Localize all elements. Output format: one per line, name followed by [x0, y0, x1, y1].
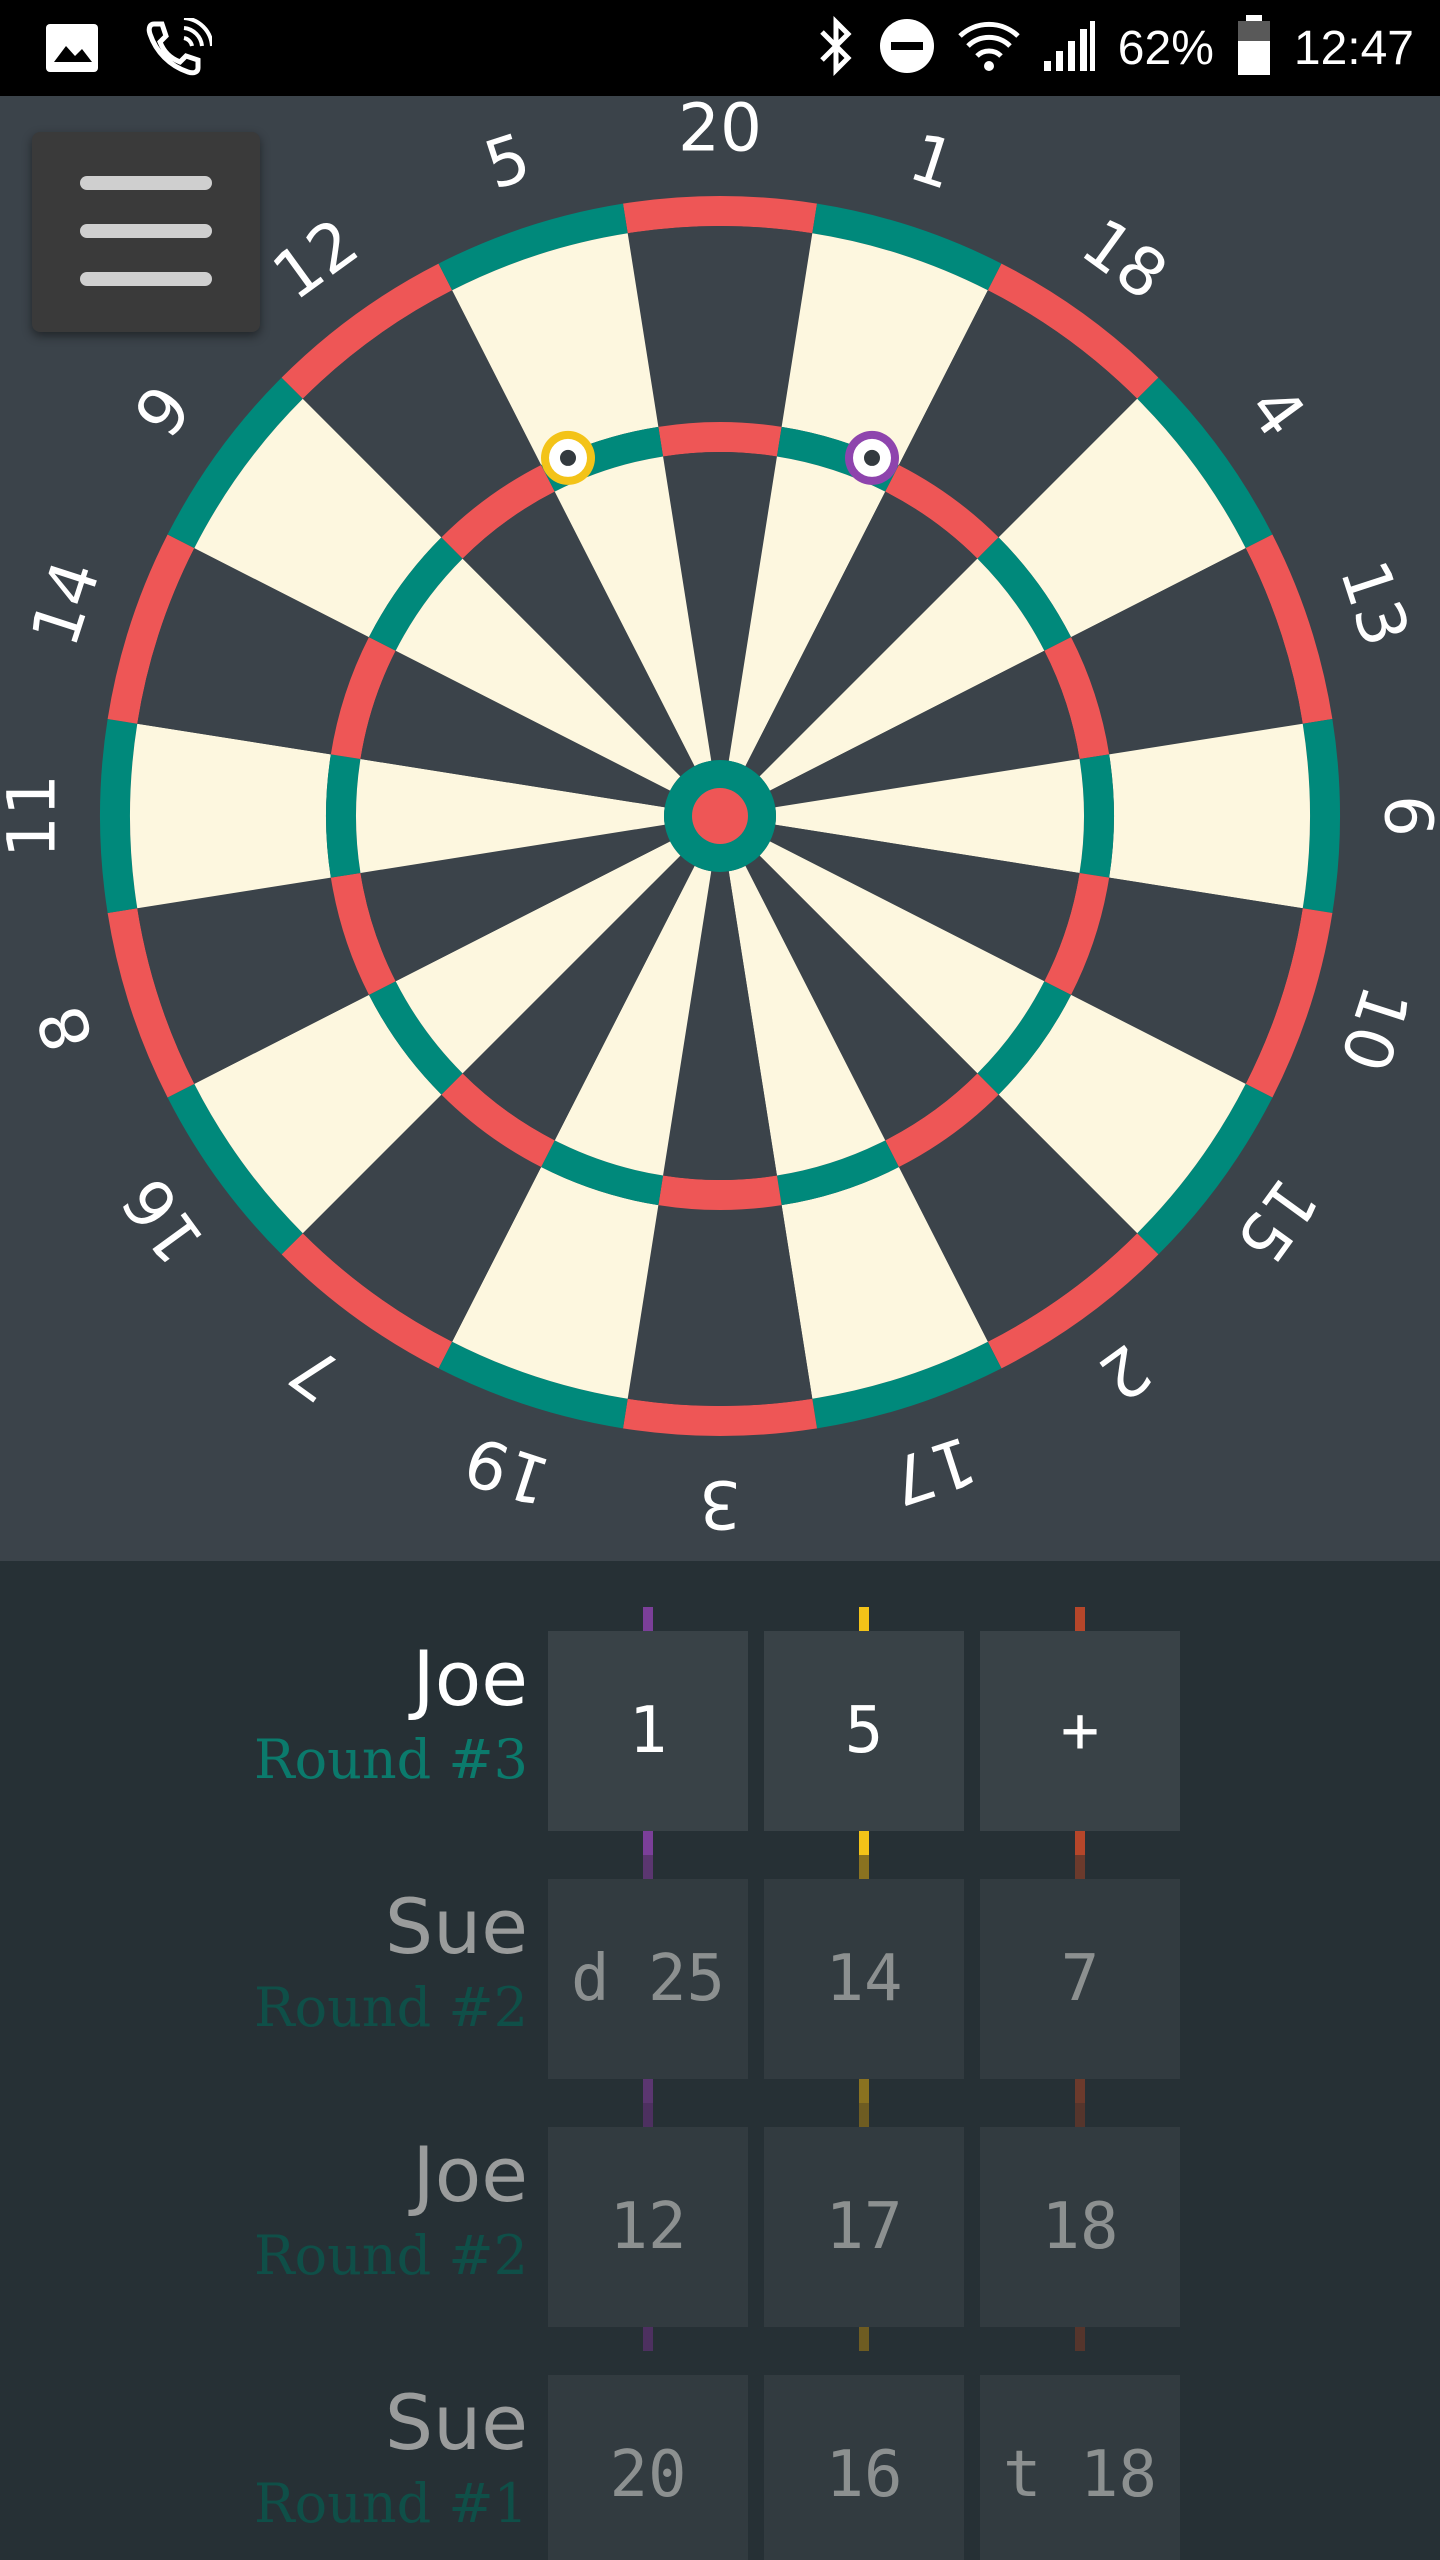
board-number-1: 1 [901, 119, 965, 205]
board-number-11: 11 [0, 774, 71, 858]
throw-cell[interactable]: 16 [764, 2375, 964, 2560]
throw-cell[interactable]: 12 [548, 2127, 748, 2327]
throw-cell[interactable]: 1 [548, 1631, 748, 1831]
board-number-18: 18 [1068, 204, 1181, 316]
signal-icon [1042, 19, 1096, 77]
dartboard-segments[interactable] [100, 196, 1340, 1436]
throw-cell[interactable]: 17 [764, 2127, 964, 2327]
round-label: Round #3 [253, 1728, 528, 1791]
round-row: Sue Round #1 20 16 t 18 [0, 2375, 1440, 2560]
board-number-4: 4 [1233, 372, 1320, 451]
round-row: Sue Round #2 d 25 14 7 [0, 1855, 1440, 2127]
board-number-19: 19 [456, 1421, 560, 1520]
board-number-3: 3 [699, 1466, 741, 1543]
board-number-9: 9 [120, 372, 207, 451]
player-name: Sue [384, 2378, 528, 2467]
throw-cell[interactable]: 18 [980, 2127, 1180, 2327]
wifi-calling-icon [144, 16, 214, 82]
board-number-15: 15 [1221, 1164, 1333, 1277]
round-row: Joe Round #3 1 5 + [0, 1607, 1440, 1879]
board-number-8: 8 [23, 997, 109, 1061]
player-name: Joe [412, 2130, 528, 2219]
triple-segment-6[interactable] [1079, 754, 1114, 878]
triple-segment-11[interactable] [326, 754, 361, 878]
dart-marker [844, 430, 899, 485]
bullseye[interactable] [692, 788, 748, 844]
board-number-2: 2 [1085, 1329, 1164, 1416]
round-label: Round #2 [253, 2224, 528, 2287]
dart-marker [541, 430, 596, 485]
board-number-10: 10 [1325, 977, 1424, 1081]
score-history[interactable]: Joe Round #3 1 5 + Sue Round #2 d 25 14 … [0, 1561, 1440, 2560]
outer-single-segment-3[interactable] [627, 1205, 813, 1406]
round-label: Round #2 [253, 1976, 528, 2039]
player-name: Joe [412, 1634, 528, 1723]
clock: 12:47 [1293, 21, 1414, 75]
wifi-icon [958, 18, 1020, 78]
board-number-6: 6 [1370, 795, 1440, 837]
outer-single-segment-11[interactable] [130, 723, 331, 909]
board-number-20: 20 [678, 96, 762, 167]
board-number-5: 5 [476, 119, 540, 205]
board-number-16: 16 [108, 1164, 220, 1277]
throw-cell[interactable]: d 25 [548, 1879, 748, 2079]
throw-cell[interactable]: 20 [548, 2375, 748, 2560]
triple-segment-20[interactable] [658, 422, 782, 457]
round-row: Joe Round #2 12 17 18 [0, 2103, 1440, 2375]
battery-percent: 62% [1117, 21, 1214, 75]
board-number-7: 7 [276, 1329, 355, 1416]
throw-cell[interactable]: 7 [980, 1879, 1180, 2079]
image-icon [44, 20, 100, 80]
add-throw-button[interactable]: + [980, 1631, 1180, 1831]
status-bar: 62% 12:47 [0, 0, 1440, 96]
board-number-12: 12 [259, 204, 372, 316]
board-number-13: 13 [1325, 552, 1424, 656]
outer-single-segment-20[interactable] [627, 226, 813, 427]
throw-cell[interactable]: 5 [764, 1631, 964, 1831]
outer-single-segment-6[interactable] [1109, 723, 1310, 909]
board-number-17: 17 [881, 1421, 985, 1520]
do-not-disturb-icon [878, 17, 936, 79]
throw-cell[interactable]: t 18 [980, 2375, 1180, 2560]
battery-icon [1236, 15, 1272, 81]
round-label: Round #1 [253, 2472, 528, 2535]
board-number-14: 14 [16, 552, 115, 656]
throw-cell[interactable]: 14 [764, 1879, 964, 2079]
menu-button[interactable] [32, 132, 260, 332]
triple-segment-3[interactable] [658, 1175, 782, 1210]
bluetooth-icon [816, 15, 856, 80]
player-name: Sue [384, 1882, 528, 1971]
